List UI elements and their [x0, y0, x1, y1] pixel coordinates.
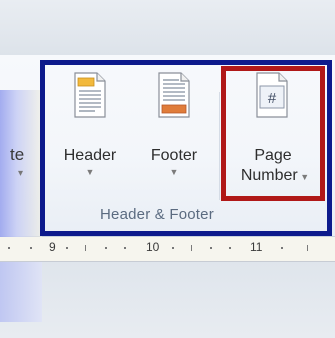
ruler-tick-mark: [105, 247, 107, 249]
ruler-tick-mark: [281, 247, 283, 249]
previous-group-partial-label: te: [10, 145, 25, 164]
ruler-tick-mark: [210, 247, 212, 249]
ruler-tick-mark: [172, 247, 174, 249]
horizontal-ruler[interactable]: 9 10 11: [0, 237, 335, 262]
chevron-down-icon: ▾: [18, 168, 24, 179]
ruler-tick-mark: [124, 247, 126, 249]
ruler-number: 11: [250, 240, 263, 254]
ruler-tick-mark: [191, 245, 192, 251]
left-blurred-region: [0, 262, 42, 322]
ruler-tick-mark: [85, 245, 86, 251]
ruler-tick-mark: [229, 247, 231, 249]
ruler-tick-mark: [8, 247, 10, 249]
document-area-background: [0, 262, 335, 338]
ruler-tick-mark: [66, 247, 68, 249]
ruler-number: 9: [49, 240, 56, 254]
ruler-number: 10: [146, 240, 160, 254]
highlight-box-page-number: [221, 66, 325, 201]
ruler-tick-mark: [30, 247, 32, 249]
ruler-tick-mark: [307, 245, 308, 251]
title-bar: [0, 0, 335, 55]
